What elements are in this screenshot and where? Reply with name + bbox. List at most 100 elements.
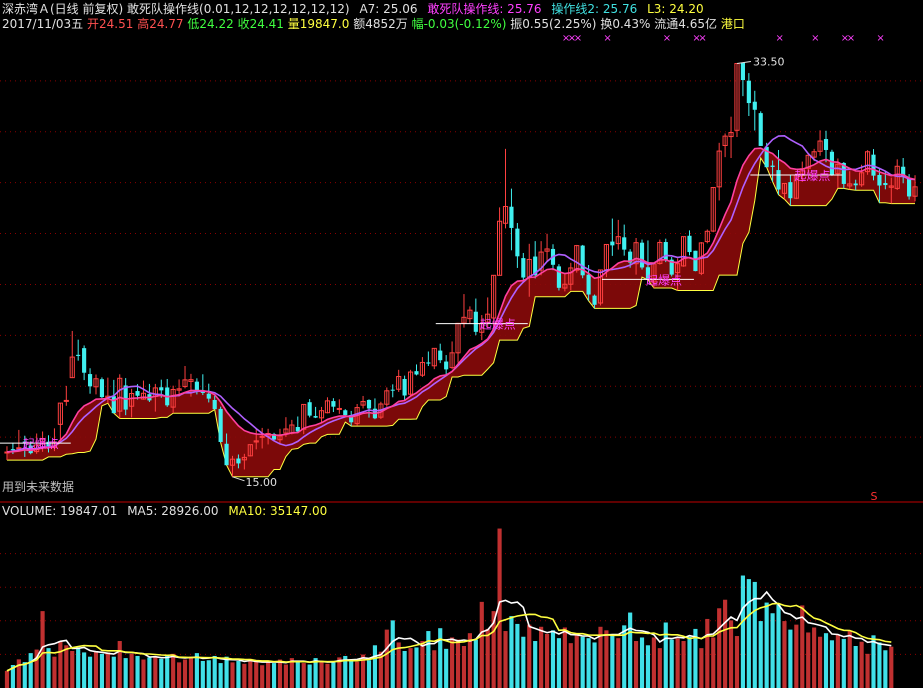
volume-bar xyxy=(390,620,395,688)
volume-bar xyxy=(426,631,431,688)
volume-bar xyxy=(461,646,467,688)
candle-body xyxy=(87,374,93,387)
volume-bar xyxy=(212,655,217,688)
volume-bar xyxy=(277,659,283,688)
candle-body xyxy=(746,80,751,104)
volume-bar xyxy=(829,640,835,688)
signal-label: 起爆点 xyxy=(480,318,516,332)
volume-bar xyxy=(705,618,710,688)
volume-bar xyxy=(758,621,763,688)
volume-bar xyxy=(717,608,722,688)
volume-bar xyxy=(556,638,562,688)
volume-bar xyxy=(99,653,105,688)
volume-bar xyxy=(420,641,425,688)
volume-bar xyxy=(835,634,840,688)
volume-bar xyxy=(776,604,781,688)
candle-body xyxy=(307,402,312,416)
volume-bar xyxy=(147,657,152,688)
candle-body xyxy=(336,407,342,410)
volume-bar xyxy=(639,637,645,688)
volume-reading: VOLUME: 19847.01 xyxy=(2,504,118,518)
volume-bar xyxy=(544,633,550,688)
max-price-label: 33.50 xyxy=(753,56,785,69)
volume-bar xyxy=(432,650,437,688)
volume-bar xyxy=(681,641,686,688)
candle-body xyxy=(426,362,431,364)
volume-bar xyxy=(188,656,194,688)
volume-bar xyxy=(527,624,532,688)
volume-bar xyxy=(372,645,378,688)
volume-bar xyxy=(806,632,811,688)
x-marker: × xyxy=(776,33,784,44)
volume-bar xyxy=(242,663,247,688)
volume-bar xyxy=(723,599,728,688)
candle-body xyxy=(907,179,912,197)
future-data-note: 用到未来数据 xyxy=(2,480,75,494)
volume-bar xyxy=(485,628,490,688)
volume-bar xyxy=(283,664,288,688)
volume-bar xyxy=(271,663,277,688)
volume-bar xyxy=(746,579,751,688)
candle-body xyxy=(194,381,199,391)
volume-bar xyxy=(402,650,407,688)
candle-body xyxy=(390,389,395,391)
volume-bar xyxy=(218,663,223,688)
candle-body xyxy=(639,242,645,268)
x-marker: × xyxy=(574,33,582,44)
volume-bar xyxy=(254,661,259,688)
volume-bar xyxy=(634,641,639,688)
signal-label: 起爆点 xyxy=(23,437,59,451)
candle-body xyxy=(16,447,22,450)
volume-bar xyxy=(182,659,188,688)
volume-bar xyxy=(699,648,704,688)
volume-bar xyxy=(171,653,176,688)
volume-bar xyxy=(770,613,775,688)
volume-bar xyxy=(444,648,449,688)
candle-body xyxy=(414,371,419,375)
volume-bar xyxy=(177,662,182,688)
volume-bar xyxy=(853,646,858,688)
volume-bar xyxy=(76,647,81,688)
volume-bar xyxy=(194,653,199,688)
volume-bar xyxy=(248,658,253,688)
volume-bar xyxy=(479,601,484,688)
volume-bar xyxy=(450,637,455,688)
candle-body xyxy=(366,399,372,409)
candle-body xyxy=(687,235,692,253)
candle-body xyxy=(224,443,229,466)
support-line xyxy=(7,156,915,478)
x-marker: × xyxy=(663,33,671,44)
candle-body xyxy=(313,416,318,418)
volume-bar xyxy=(408,648,413,688)
volume-bar xyxy=(355,661,360,688)
volume-bar xyxy=(295,660,300,688)
candle-body xyxy=(212,399,217,410)
volume-bar xyxy=(847,631,852,688)
candlestick-chart[interactable]: 33.5015.00起爆点起爆点起爆点起爆点××× × × ×× × × ×× ×S xyxy=(0,0,923,688)
candle-body xyxy=(586,274,591,295)
x-marker: × xyxy=(811,33,819,44)
candle-body xyxy=(159,387,164,391)
candle-body xyxy=(200,391,205,393)
volume-bar xyxy=(4,670,10,688)
volume-bar xyxy=(70,650,75,688)
volume-bar xyxy=(764,602,769,688)
volume-bar xyxy=(687,636,692,688)
volume-bar xyxy=(349,659,354,688)
candle-body xyxy=(509,206,514,228)
s-marker: S xyxy=(870,490,877,503)
x-marker: × xyxy=(698,33,706,44)
volume-bar xyxy=(16,659,21,688)
volume-bar xyxy=(260,665,265,688)
candle-body xyxy=(259,435,265,438)
x-marker: × xyxy=(847,33,855,44)
candle-body xyxy=(76,354,81,356)
volume-bar xyxy=(788,629,793,688)
volume-bar xyxy=(782,621,787,688)
support-band xyxy=(7,148,915,478)
candle-body xyxy=(236,458,241,464)
volume-bar xyxy=(521,636,526,688)
volume-bar xyxy=(64,645,69,688)
volume-bar xyxy=(165,655,170,688)
chart-markers: 33.5015.00起爆点起爆点起爆点起爆点××× × × ×× × × ×× ×S xyxy=(0,33,885,503)
